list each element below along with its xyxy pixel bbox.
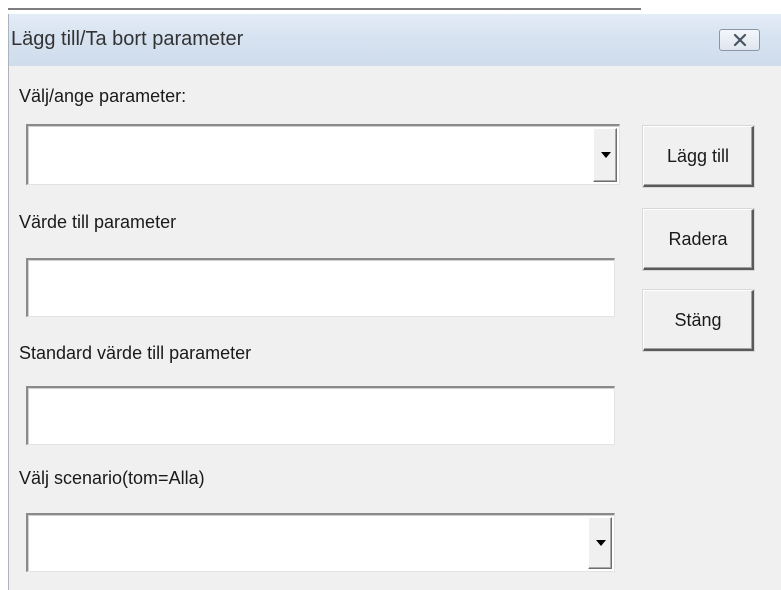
default-value-label: Standard värde till parameter (19, 343, 252, 363)
chevron-down-icon (596, 540, 606, 546)
parameter-value-input[interactable] (26, 258, 615, 317)
screen: Lägg till/Ta bort parameter Välj/ange pa… (0, 0, 781, 590)
close-window-button[interactable] (719, 29, 760, 51)
scenario-dropdown-button[interactable] (588, 517, 612, 569)
close-button[interactable]: Stäng (643, 290, 754, 351)
parameter-combobox[interactable] (26, 124, 620, 185)
parameter-dialog: Lägg till/Ta bort parameter Välj/ange pa… (8, 14, 781, 590)
scenario-label: Välj scenario(tom=Alla) (19, 468, 205, 488)
value-label: Värde till parameter (19, 212, 177, 232)
add-button[interactable]: Lägg till (643, 126, 754, 187)
parameter-label: Välj/ange parameter: (19, 86, 187, 106)
close-x-icon (733, 34, 747, 46)
background-window-edge (8, 8, 641, 10)
chevron-down-icon (601, 152, 611, 158)
delete-button[interactable]: Radera (643, 209, 754, 270)
parameter-dropdown-button[interactable] (593, 128, 617, 182)
default-value-input[interactable] (26, 386, 615, 445)
window-title: Lägg till/Ta bort parameter (11, 28, 244, 50)
scenario-combobox[interactable] (26, 513, 615, 572)
title-bar[interactable]: Lägg till/Ta bort parameter (9, 14, 781, 66)
